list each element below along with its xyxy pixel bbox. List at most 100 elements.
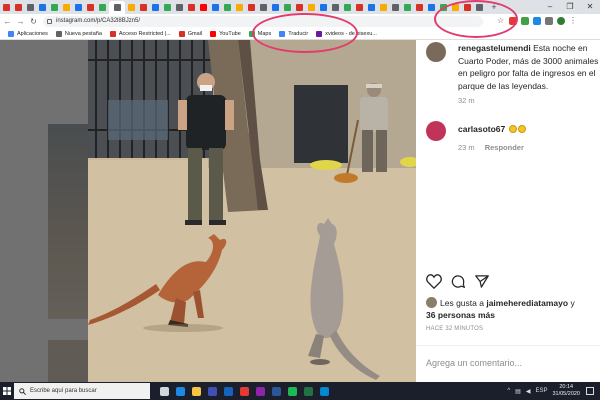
comment-username[interactable]: renegastelumendi — [458, 43, 531, 53]
comment-2: carlasoto67 — [426, 121, 600, 141]
spotify-icon[interactable] — [284, 382, 300, 400]
bookmark-item[interactable]: Gmail — [178, 30, 202, 37]
instagram-page: renegastelumendi Esta noche en Cuarto Po… — [0, 40, 600, 382]
avatar[interactable] — [426, 42, 446, 62]
comment-username[interactable]: carlasoto67 — [458, 124, 505, 134]
profile-avatar[interactable] — [557, 17, 565, 25]
tab-page-26[interactable] — [306, 1, 317, 13]
excel-icon[interactable] — [300, 382, 316, 400]
tab-page-33[interactable] — [390, 1, 401, 13]
favicon-icon — [128, 3, 135, 11]
word-icon[interactable] — [268, 382, 284, 400]
tab-page-30[interactable] — [354, 1, 365, 13]
extension-icon-2[interactable] — [521, 17, 529, 25]
extension-icon-3[interactable] — [533, 17, 541, 25]
tab-page-21[interactable] — [246, 1, 257, 13]
favicon-icon — [344, 3, 351, 11]
tab-youtube-17[interactable] — [198, 1, 209, 13]
tab-page-19[interactable] — [222, 1, 233, 13]
comment-1: renegastelumendi Esta noche en Cuarto Po… — [426, 42, 600, 92]
network-icon[interactable]: ▤ — [515, 388, 521, 395]
reload-icon[interactable]: ↻ — [28, 17, 39, 26]
bookmark-item[interactable]: Aplicaciones — [8, 30, 48, 37]
tab-page-31[interactable] — [366, 1, 377, 13]
add-comment-box[interactable]: Agrega un comentario... — [416, 345, 600, 382]
likes-summary: Les gusta a jaimeherediatamayo y 36 pers… — [426, 297, 600, 321]
tab-page-16[interactable] — [186, 1, 197, 13]
tab-page-9[interactable] — [97, 1, 108, 13]
reply-button[interactable]: Responder — [485, 143, 524, 152]
store-icon[interactable] — [204, 382, 220, 400]
tab-page-29[interactable] — [342, 1, 353, 13]
share-icon[interactable] — [474, 274, 490, 289]
menu-icon[interactable]: ⋮ — [569, 17, 577, 25]
tab-page-13[interactable] — [150, 1, 161, 13]
avatar[interactable] — [426, 121, 446, 141]
tab-page-32[interactable] — [378, 1, 389, 13]
minimize-icon[interactable]: – — [540, 0, 560, 14]
tab-gmail-2[interactable] — [13, 1, 24, 13]
favicon-icon — [212, 3, 219, 11]
url-text: instagram.com/p/CA32l8BJzn5/ — [56, 18, 141, 24]
clock[interactable]: 20:14 31/05/2020 — [552, 384, 580, 398]
add-comment-placeholder[interactable]: Agrega un comentario... — [426, 358, 522, 368]
favicon-icon — [404, 3, 411, 11]
tab-page-15[interactable] — [174, 1, 185, 13]
chevron-up-icon[interactable]: ^ — [507, 388, 510, 394]
file-explorer-icon[interactable] — [188, 382, 204, 400]
close-icon[interactable]: ✕ — [580, 0, 600, 14]
tab-page-11[interactable] — [126, 1, 137, 13]
favicon-icon — [416, 3, 423, 11]
likes-others[interactable]: 36 personas más — [426, 310, 495, 320]
tab-gmail-1[interactable] — [1, 1, 12, 13]
tab-page-8[interactable] — [85, 1, 96, 13]
forward-icon[interactable]: → — [15, 17, 26, 26]
mail-icon[interactable] — [220, 382, 236, 400]
back-icon[interactable]: ← — [2, 17, 13, 26]
tab-page-27[interactable] — [318, 1, 329, 13]
bookmark-item[interactable]: Acceso Restricted |... — [109, 30, 171, 37]
notifications-icon[interactable] — [586, 387, 594, 395]
tab-page-14[interactable] — [162, 1, 173, 13]
volume-icon[interactable]: ◀ — [526, 388, 531, 395]
favicon-icon — [51, 3, 58, 11]
windows-taskbar: Escribe aquí para buscar ^ ▤ ◀ ESP 20:14… — [0, 382, 600, 400]
favicon-icon — [164, 3, 171, 11]
taskbar-search[interactable]: Escribe aquí para buscar — [14, 383, 150, 399]
bookmark-item[interactable]: Nueva pestaña — [55, 30, 102, 37]
tab-page-28[interactable] — [330, 1, 341, 13]
tab-page-3[interactable] — [25, 1, 36, 13]
tab-page-35[interactable] — [414, 1, 425, 13]
tab-page-18[interactable] — [210, 1, 221, 13]
tab-page-12[interactable] — [138, 1, 149, 13]
sad-face-emoji-icon — [508, 125, 517, 133]
app-10-icon[interactable] — [316, 382, 332, 400]
comment-icon[interactable] — [450, 274, 466, 289]
windows-start-button[interactable] — [0, 382, 14, 400]
extension-icon-4[interactable] — [545, 17, 553, 25]
tab-page-7[interactable] — [73, 1, 84, 13]
tab-page-10[interactable] — [109, 1, 125, 14]
tab-page-34[interactable] — [402, 1, 413, 13]
tab-page-20[interactable] — [234, 1, 245, 13]
heart-icon[interactable] — [426, 274, 442, 289]
tab-page-24[interactable] — [282, 1, 293, 13]
favicon-icon — [332, 3, 339, 11]
chrome-icon[interactable] — [236, 382, 252, 400]
tab-page-5[interactable] — [49, 1, 60, 13]
likes-user[interactable]: jaimeherediatamayo — [486, 298, 568, 308]
tab-page-22[interactable] — [258, 1, 269, 13]
tab-page-36[interactable] — [426, 1, 437, 13]
tab-page-4[interactable] — [37, 1, 48, 13]
post-photo[interactable] — [88, 40, 416, 382]
maximize-icon[interactable]: ❐ — [560, 0, 580, 14]
language-indicator[interactable]: ESP — [535, 388, 547, 394]
photos-icon[interactable] — [252, 382, 268, 400]
tab-page-6[interactable] — [61, 1, 72, 13]
tab-page-25[interactable] — [294, 1, 305, 13]
edge-icon[interactable] — [172, 382, 188, 400]
tab-page-23[interactable] — [270, 1, 281, 13]
task-view-icon[interactable] — [156, 382, 172, 400]
window-controls: – ❐ ✕ — [540, 0, 600, 14]
bookmark-item[interactable]: YouTube — [210, 30, 241, 37]
